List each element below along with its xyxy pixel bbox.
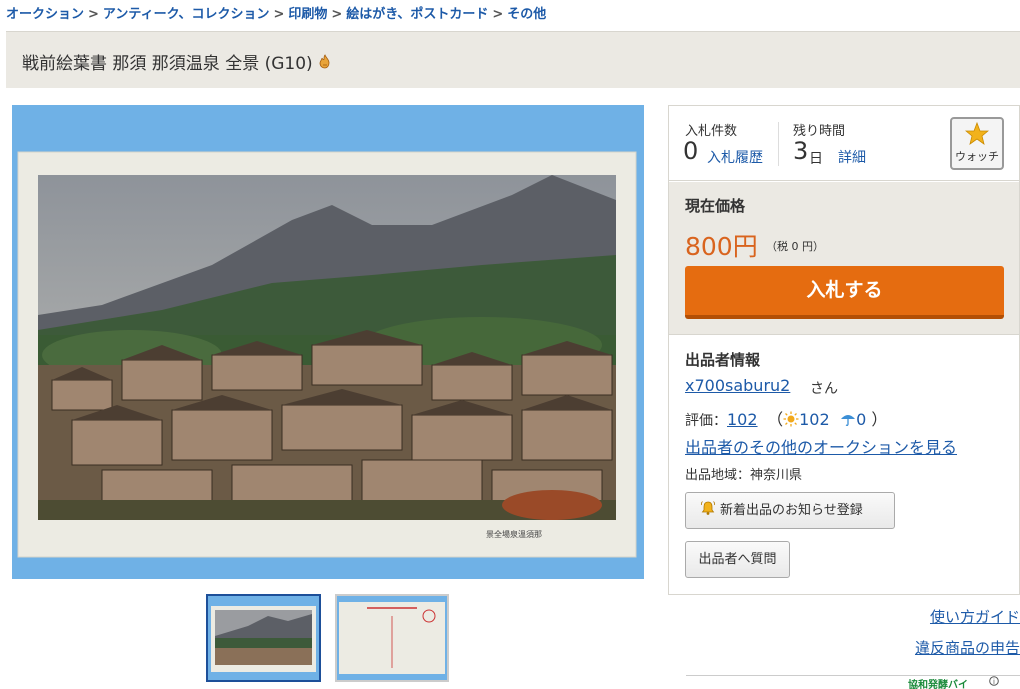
bell-icon [700, 495, 716, 530]
new-listing-notify-button[interactable]: 新着出品のお知らせ登録 [685, 492, 895, 529]
rating-good[interactable]: 102 [799, 410, 830, 429]
thumbnail-back[interactable] [335, 594, 449, 682]
seller-location: 出品地域：神奈川県 [685, 468, 803, 483]
rating-label: 評価： [685, 413, 727, 429]
sun-icon [783, 411, 799, 431]
usage-guide-link[interactable]: 使い方ガイド [930, 606, 1020, 627]
breadcrumb-item-other[interactable]: その他 [507, 7, 546, 22]
item-title: 戦前絵葉書 那須 那須温泉 全景 (G10) [22, 54, 313, 74]
bids-count: 0 [683, 137, 699, 165]
seller-name-link[interactable]: x700saburu2 [685, 376, 790, 395]
main-product-image[interactable]: 景全場泉溫須那 [12, 105, 644, 579]
report-item-link[interactable]: 違反商品の申告 [915, 637, 1020, 658]
ad-text: 協和発酵バイ [908, 680, 968, 689]
breadcrumb-separator: > [331, 7, 343, 22]
star-icon [964, 121, 990, 146]
breadcrumb-item-auction[interactable]: オークション [6, 7, 84, 22]
svg-text:i: i [993, 678, 995, 686]
price-section: 現在価格 800円 （税 0 円） 入札する [669, 182, 1019, 335]
fire-icon [317, 53, 333, 75]
auction-stats: 入札件数 0 入札履歴 残り時間 3 日 詳細 ウォッチ [669, 106, 1019, 181]
bid-history-link[interactable]: 入札履歴 [707, 147, 763, 167]
details-link[interactable]: 詳細 [838, 147, 866, 167]
bid-button[interactable]: 入札する [685, 266, 1004, 319]
rating-paren-close: ） [866, 410, 888, 429]
rating-total-link[interactable]: 102 [727, 410, 758, 429]
breadcrumb-separator: > [88, 7, 99, 22]
bid-panel: 入札件数 0 入札履歴 残り時間 3 日 詳細 ウォッチ 現在価格 800円 （… [668, 105, 1020, 595]
seller-section: 出品者情報 x700saburu2 さん 評価：102 （102 0 ） 出品者… [669, 336, 1019, 594]
stats-divider [778, 122, 779, 166]
rating-bad[interactable]: 0 [856, 410, 866, 429]
time-left-unit: 日 [809, 151, 823, 167]
ask-seller-button[interactable]: 出品者へ質問 [685, 541, 790, 578]
seller-other-auctions-link[interactable]: 出品者のその他のオークションを見る [685, 434, 957, 458]
page-title: 戦前絵葉書 那須 那須温泉 全景 (G10) [22, 49, 333, 75]
info-icon[interactable]: i [989, 676, 999, 689]
thumbnail-front[interactable] [206, 594, 321, 682]
current-price: 800円 [685, 232, 758, 261]
breadcrumb: オークション > アンティーク、コレクション > 印刷物 > 絵はがき、ポストカード > その他 [6, 3, 546, 22]
ad-banner[interactable]: 協和発酵バイ i [686, 675, 1020, 689]
umbrella-icon [840, 411, 856, 431]
current-price-label: 現在価格 [685, 197, 746, 215]
notify-button-label: 新着出品のお知らせ登録 [720, 503, 863, 518]
breadcrumb-item-printed[interactable]: 印刷物 [288, 7, 327, 22]
seller-suffix: さん [810, 381, 838, 397]
breadcrumb-separator: > [492, 7, 504, 22]
title-bar: 戦前絵葉書 那須 那須温泉 全景 (G10) [6, 31, 1020, 88]
seller-heading: 出品者情報 [685, 351, 761, 369]
watch-label: ウォッチ [955, 150, 999, 163]
time-left-value: 3 [793, 137, 809, 165]
breadcrumb-item-postcard[interactable]: 絵はがき、ポストカード [346, 7, 488, 22]
rating-paren-open: （ [762, 410, 784, 429]
price-tax: （税 0 円） [766, 240, 824, 253]
breadcrumb-item-antique[interactable]: アンティーク、コレクション [103, 7, 270, 22]
breadcrumb-separator: > [273, 7, 285, 22]
postcard-caption: 景全場泉溫須那 [486, 529, 542, 539]
seller-rating: 評価：102 （102 0 ） [685, 406, 887, 431]
watch-button[interactable]: ウォッチ [950, 117, 1004, 170]
